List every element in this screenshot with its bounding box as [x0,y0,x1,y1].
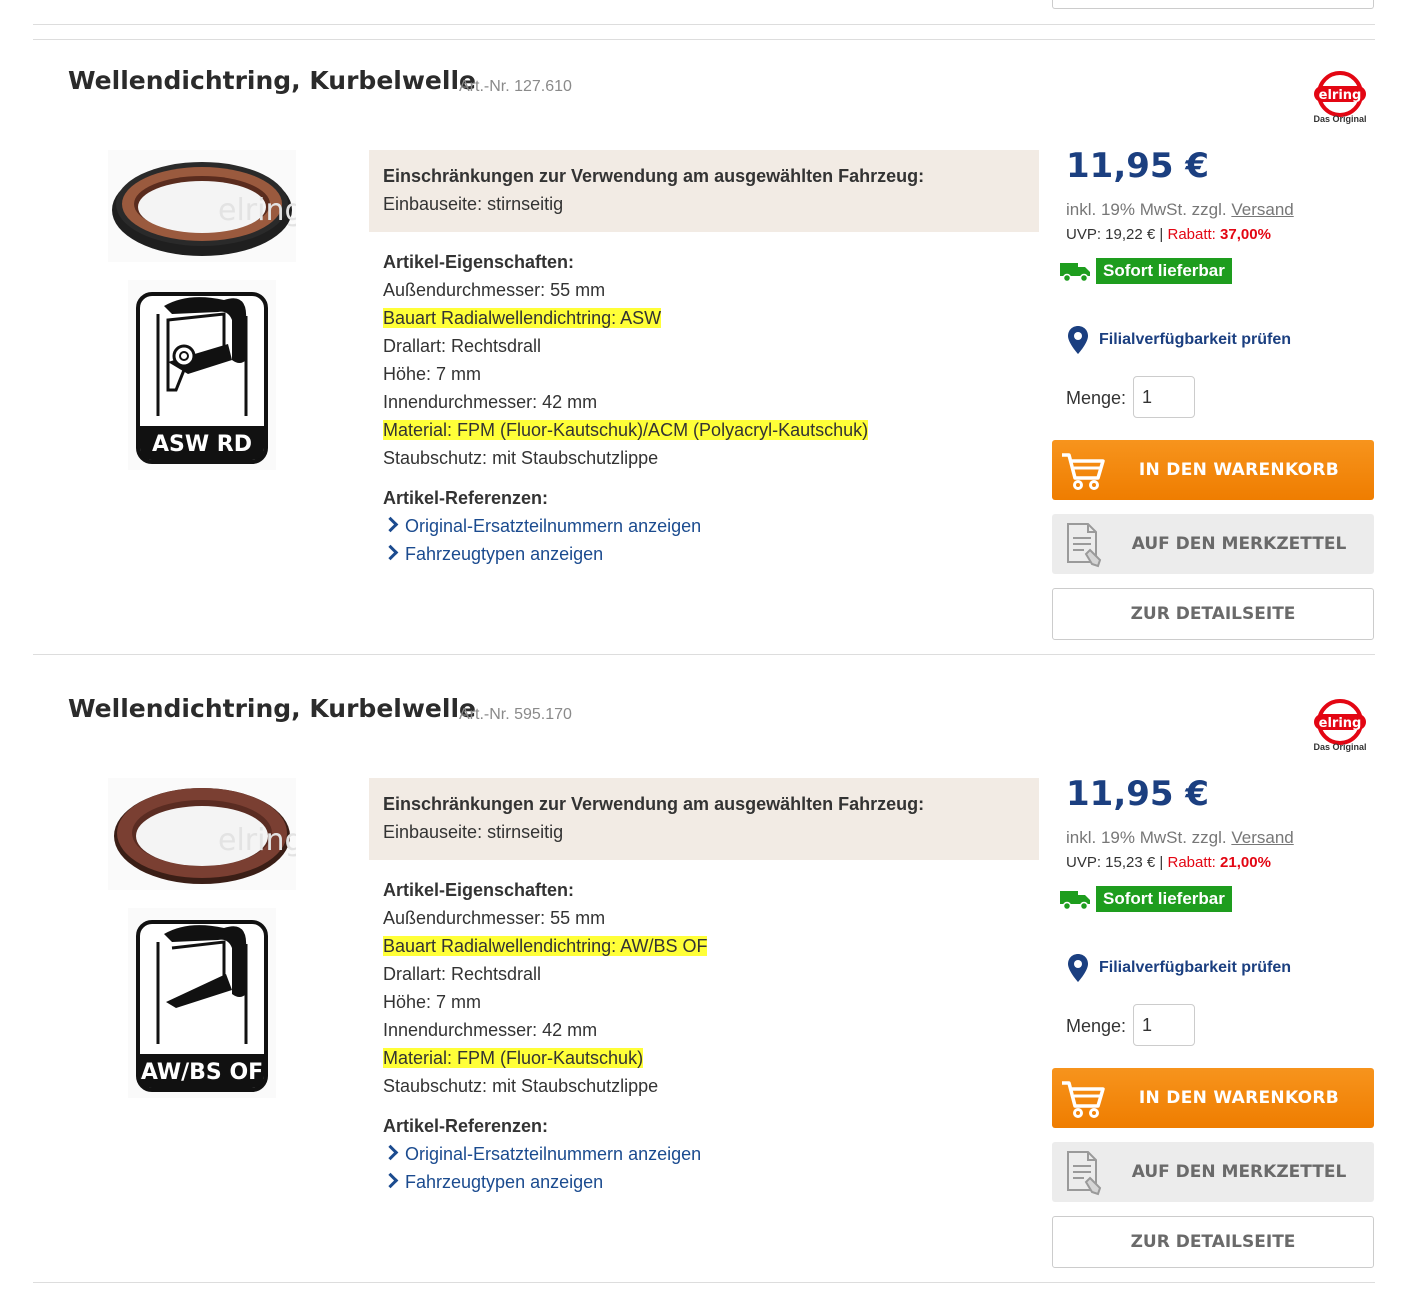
availability-badge: Sofort lieferbar [1096,258,1232,284]
restriction-box: Einschränkungen zur Verwendung am ausgew… [369,778,1039,860]
separator [33,24,1375,25]
shipping-link[interactable]: Versand [1231,200,1293,219]
detail-page-label: ZUR DETAILSEITE [1130,604,1296,624]
brand-tagline: Das Original [1313,742,1367,752]
product-image[interactable]: elring [108,150,296,262]
property-row: Höhe: 7 mm [383,992,482,1012]
oe-numbers-link[interactable]: Original-Ersatzteilnummern anzeigen [382,512,701,540]
add-to-cart-button[interactable]: IN DEN WARENKORB [1052,440,1374,500]
detail-page-label: ZUR DETAILSEITE [1130,1232,1296,1252]
separator [33,39,1375,40]
product-card: Wellendichtring, Kurbelwelle Art.-Nr. 12… [0,42,1422,657]
properties-title: Artikel-Eigenschaften: [383,252,575,272]
property-row: Höhe: 7 mm [383,364,482,384]
properties-title: Artikel-Eigenschaften: [383,880,575,900]
properties-list: Artikel-Eigenschaften: Außendurchmesser:… [383,248,869,472]
quantity-label: Menge: [1066,1016,1127,1036]
oe-numbers-link[interactable]: Original-Ersatzteilnummern anzeigen [382,1140,701,1168]
seal-type-label: ASW RD [152,432,252,457]
brand-tagline: Das Original [1313,114,1367,124]
svg-text:elring: elring [1319,88,1362,103]
property-row: Außendurchmesser: 55 mm [383,908,606,928]
add-to-wishlist-button[interactable]: AUF DEN MERKZETTEL [1052,514,1374,574]
add-to-cart-label: IN DEN WARENKORB [1138,460,1340,480]
add-to-wishlist-button[interactable]: AUF DEN MERKZETTEL [1052,1142,1374,1202]
uvp-info: UVP: 15,23 € | Rabatt: 21,00% [1066,854,1271,871]
seal-type-label: AW/BS OF [140,1060,264,1085]
vehicle-types-link[interactable]: Fahrzeugtypen anzeigen [382,1168,701,1196]
wishlist-label: AUF DEN MERKZETTEL [1131,534,1347,554]
branch-availability-link[interactable]: Filialverfügbarkeit prüfen [1099,331,1291,349]
price: 11,95 € [1066,146,1210,186]
property-row: Material: FPM (Fluor-Kautschuk)/ACM (Pol… [383,420,869,440]
detail-page-button[interactable]: ZUR DETAILSEITE [1052,1216,1374,1268]
tax-note: inkl. 19% MwSt. zzgl. Versand [1066,828,1294,847]
truck-icon [1060,891,1090,910]
shipping-link[interactable]: Versand [1231,828,1293,847]
add-to-cart-button[interactable]: IN DEN WARENKORB [1052,1068,1374,1128]
previous-detail-button[interactable] [1052,0,1374,9]
location-pin-icon [1068,954,1088,982]
property-row: Bauart Radialwellendichtring: ASW [383,308,662,328]
restriction-value: Einbauseite: stirnseitig [383,194,564,214]
restriction-box: Einschränkungen zur Verwendung am ausgew… [369,150,1039,232]
vehicle-types-link[interactable]: Fahrzeugtypen anzeigen [382,540,701,568]
branch-availability-link[interactable]: Filialverfügbarkeit prüfen [1099,959,1291,977]
properties-list: Artikel-Eigenschaften: Außendurchmesser:… [383,876,708,1100]
product-title[interactable]: Wellendichtring, Kurbelwelle [68,66,476,95]
restriction-value: Einbauseite: stirnseitig [383,822,564,842]
location-pin-icon [1068,326,1088,354]
article-number: Art.-Nr. 595.170 [459,706,572,723]
chevron-right-icon [382,544,399,561]
discount-value: 21,00% [1220,854,1271,871]
svg-text:elring: elring [1319,716,1362,731]
svg-text:elring: elring [218,823,296,858]
product-card: Wellendichtring, Kurbelwelle Art.-Nr. 59… [0,670,1422,1285]
quantity-input[interactable] [1133,376,1195,418]
restriction-title: Einschränkungen zur Verwendung am ausgew… [383,794,925,814]
property-row: Material: FPM (Fluor-Kautschuk) [383,1048,644,1068]
quantity-label: Menge: [1066,388,1127,408]
tax-note: inkl. 19% MwSt. zzgl. Versand [1066,200,1294,219]
property-row: Staubschutz: mit Staubschutzlippe [383,1076,659,1096]
truck-icon [1060,263,1090,282]
chevron-right-icon [382,1144,399,1161]
discount-value: 37,00% [1220,226,1271,243]
references-title: Artikel-Referenzen: [383,488,549,508]
property-row: Drallart: Rechtsdrall [383,336,542,356]
product-image[interactable]: elring [108,778,296,890]
property-row: Außendurchmesser: 55 mm [383,280,606,300]
detail-page-button[interactable]: ZUR DETAILSEITE [1052,588,1374,640]
quantity-input[interactable] [1133,1004,1195,1046]
article-number: Art.-Nr. 127.610 [459,78,572,95]
svg-text:elring: elring [218,193,296,228]
property-row: Bauart Radialwellendichtring: AW/BS OF [383,936,708,956]
price: 11,95 € [1066,774,1210,814]
property-row: Innendurchmesser: 42 mm [383,1020,598,1040]
references-title: Artikel-Referenzen: [383,1116,549,1136]
property-row: Innendurchmesser: 42 mm [383,392,598,412]
chevron-right-icon [382,1172,399,1189]
references-list: Artikel-Referenzen: Original-Ersatzteiln… [382,484,701,568]
uvp-info: UVP: 19,22 € | Rabatt: 37,00% [1066,226,1271,243]
property-row: Drallart: Rechtsdrall [383,964,542,984]
references-list: Artikel-Referenzen: Original-Ersatzteiln… [382,1112,701,1196]
chevron-right-icon [382,516,399,533]
product-title[interactable]: Wellendichtring, Kurbelwelle [68,694,476,723]
restriction-title: Einschränkungen zur Verwendung am ausgew… [383,166,925,186]
property-row: Staubschutz: mit Staubschutzlippe [383,448,659,468]
wishlist-label: AUF DEN MERKZETTEL [1131,1162,1347,1182]
add-to-cart-label: IN DEN WARENKORB [1138,1088,1340,1108]
availability-badge: Sofort lieferbar [1096,886,1232,912]
